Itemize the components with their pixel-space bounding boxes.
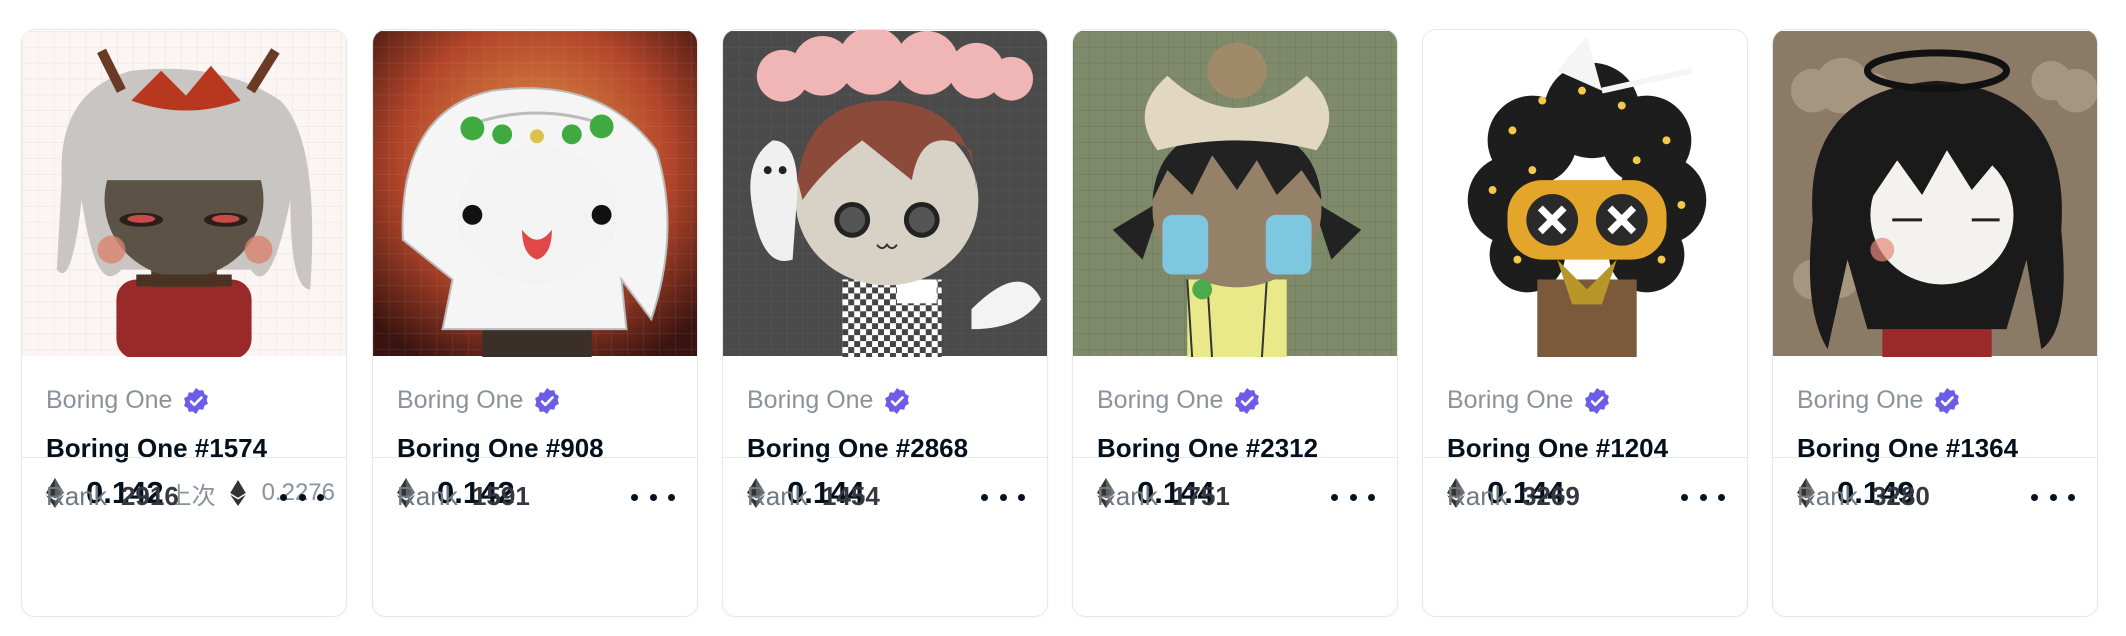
rank-label: Rank	[1797, 481, 1858, 511]
rank-display: Rank 3269	[1447, 481, 1580, 512]
collection-label: Boring One	[1097, 386, 1224, 414]
collection-label: Boring One	[1447, 386, 1574, 414]
nft-image[interactable]	[723, 30, 1047, 357]
more-options-icon[interactable]	[1681, 482, 1725, 512]
collection-name[interactable]: Boring One	[1447, 386, 1611, 415]
card-footer: Rank 2916	[22, 457, 346, 537]
card-footer: Rank 1751	[1073, 457, 1397, 537]
collection-label: Boring One	[1797, 386, 1924, 414]
rank-value: 1751	[1171, 481, 1230, 511]
rank-display: Rank 2916	[46, 481, 179, 512]
nft-image[interactable]	[1423, 30, 1747, 357]
collection-name[interactable]: Boring One	[397, 386, 561, 415]
rank-value: 1591	[471, 481, 530, 511]
nft-avatar-star-afro-mask-icon	[1423, 31, 1747, 357]
nft-avatar-maple-leaf-crown-icon	[22, 31, 346, 357]
more-options-icon[interactable]	[981, 482, 1025, 512]
collection-name[interactable]: Boring One	[1797, 386, 1961, 415]
nft-image[interactable]	[1073, 30, 1397, 357]
card-footer: Rank 1591	[373, 457, 697, 537]
rank-label: Rank	[46, 481, 107, 511]
card-footer: Rank 3280	[1773, 457, 2097, 537]
rank-label: Rank	[747, 481, 808, 511]
nft-avatar-halo-black-hair-icon	[1773, 31, 2097, 357]
more-options-icon[interactable]	[2031, 482, 2075, 512]
verified-badge-icon	[1233, 387, 1261, 415]
rank-display: Rank 1591	[397, 481, 530, 512]
nft-card[interactable]: Boring One Boring One #1364 0.149 Rank 3…	[1772, 29, 2098, 617]
verified-badge-icon	[1933, 387, 1961, 415]
card-footer: Rank 1454	[723, 457, 1047, 537]
rank-value: 3269	[1521, 481, 1580, 511]
collection-name[interactable]: Boring One	[747, 386, 911, 415]
rank-value: 3280	[1871, 481, 1930, 511]
nft-image[interactable]	[373, 30, 697, 357]
nft-card[interactable]: Boring One Boring One #1574 0.142 上次 0.2…	[21, 29, 347, 617]
nft-avatar-bow-crying-icon	[1073, 31, 1397, 357]
nft-card[interactable]: Boring One Boring One #908 0.142 Rank 15…	[372, 29, 698, 617]
nft-card-grid: Boring One Boring One #1574 0.142 上次 0.2…	[0, 0, 2126, 636]
rank-display: Rank 3280	[1797, 481, 1930, 512]
nft-card[interactable]: Boring One Boring One #1204 0.144 Rank 3…	[1422, 29, 1748, 617]
nft-card[interactable]: Boring One Boring One #2868 0.144 Rank 1…	[722, 29, 1048, 617]
collection-label: Boring One	[46, 386, 173, 414]
verified-badge-icon	[883, 387, 911, 415]
card-footer: Rank 3269	[1423, 457, 1747, 537]
nft-card[interactable]: Boring One Boring One #2312 0.144 Rank 1…	[1072, 29, 1398, 617]
verified-badge-icon	[533, 387, 561, 415]
rank-label: Rank	[1447, 481, 1508, 511]
nft-avatar-clover-crown-white-hair-icon	[373, 31, 697, 357]
rank-label: Rank	[397, 481, 458, 511]
verified-badge-icon	[1583, 387, 1611, 415]
verified-badge-icon	[182, 387, 210, 415]
nft-avatar-rain-cloud-hat-icon	[723, 30, 1047, 357]
nft-image[interactable]	[1773, 30, 2097, 357]
more-options-icon[interactable]	[280, 482, 324, 512]
collection-name[interactable]: Boring One	[1097, 386, 1261, 415]
collection-label: Boring One	[747, 386, 874, 414]
rank-display: Rank 1454	[747, 481, 880, 512]
more-options-icon[interactable]	[1331, 482, 1375, 512]
collection-label: Boring One	[397, 386, 524, 414]
rank-label: Rank	[1097, 481, 1158, 511]
rank-display: Rank 1751	[1097, 481, 1230, 512]
rank-value: 1454	[821, 481, 880, 511]
rank-value: 2916	[120, 481, 179, 511]
more-options-icon[interactable]	[631, 482, 675, 512]
nft-image[interactable]	[22, 30, 346, 357]
collection-name[interactable]: Boring One	[46, 386, 210, 415]
